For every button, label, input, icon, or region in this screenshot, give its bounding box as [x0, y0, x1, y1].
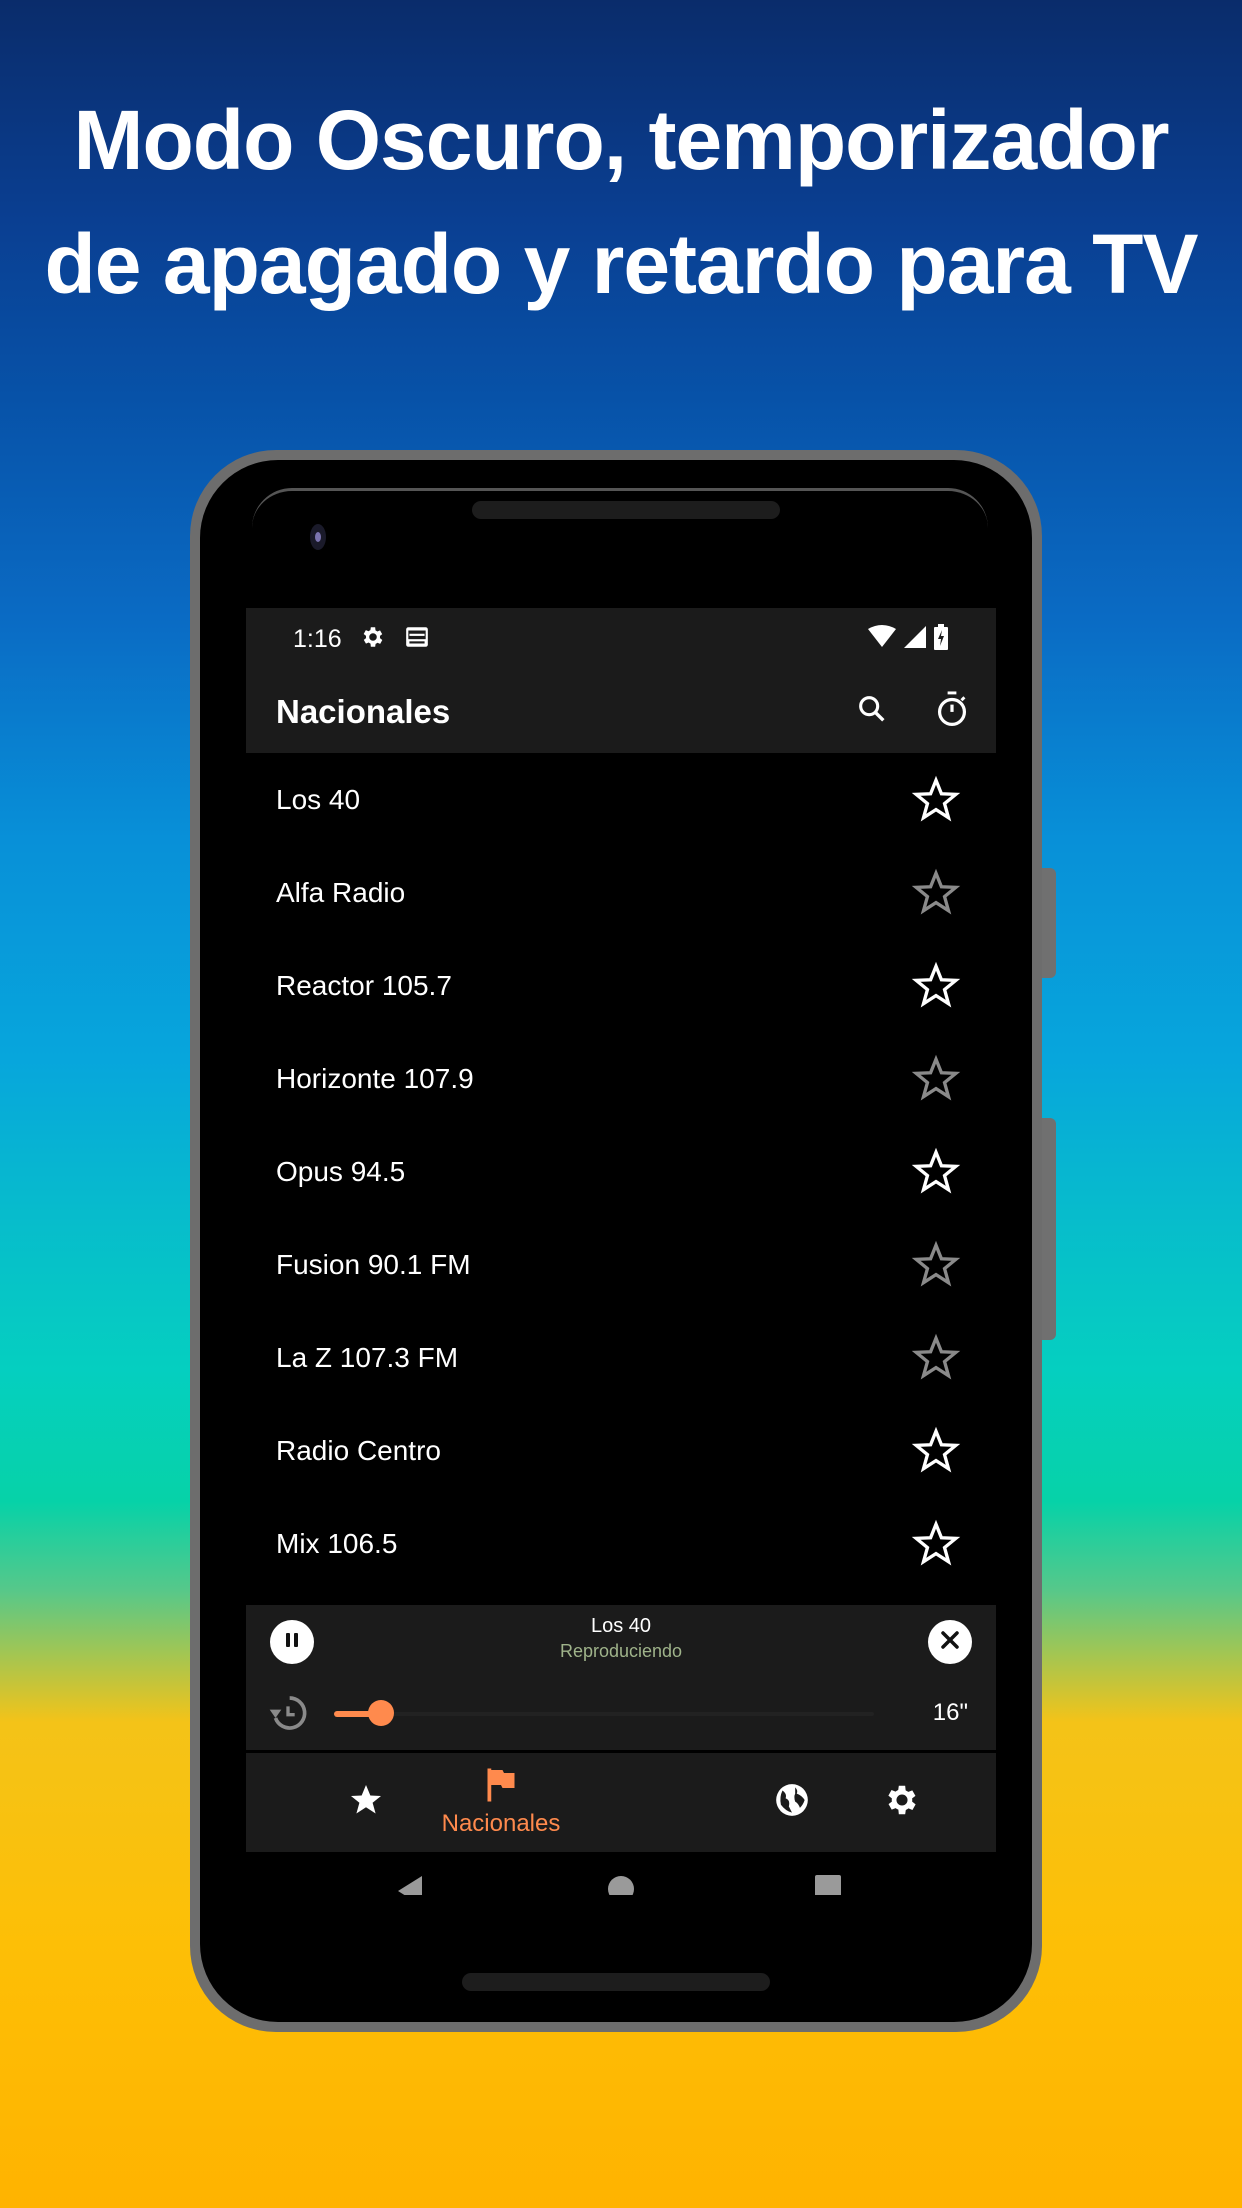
favorite-toggle[interactable] [906, 1235, 966, 1295]
front-camera [310, 524, 326, 550]
status-time: 1:16 [293, 624, 342, 653]
star-outline-icon [911, 961, 961, 1008]
flag-icon [484, 1767, 518, 1808]
star-outline-icon [911, 775, 961, 822]
station-row[interactable]: Mix 106.5 [246, 1497, 996, 1590]
favorite-toggle[interactable] [906, 1049, 966, 1109]
now-playing-status: Reproduciendo [559, 1641, 683, 1661]
favorite-toggle[interactable] [906, 1142, 966, 1202]
delay-value: 16" [932, 1699, 968, 1726]
station-name: Reactor 105.7 [276, 969, 452, 1001]
star-outline-icon [911, 1147, 961, 1194]
headline-line-1: Modo Oscuro, temporizador [73, 93, 1169, 187]
nav-nacionales[interactable]: Nacionales [396, 1753, 606, 1852]
cell-signal-icon [904, 625, 926, 653]
station-row[interactable]: Radio Centro [246, 1404, 996, 1497]
station-name: Opus 94.5 [276, 1155, 406, 1187]
gear-icon [883, 1781, 921, 1824]
home-icon [606, 1876, 636, 1895]
favorite-toggle[interactable] [906, 1328, 966, 1388]
station-name: La Z 107.3 FM [276, 1341, 459, 1373]
favorite-toggle[interactable] [906, 956, 966, 1016]
nav-settings[interactable] [862, 1753, 942, 1852]
favorite-toggle[interactable] [906, 1421, 966, 1481]
timer-icon [934, 690, 970, 733]
volume-button [1042, 1118, 1056, 1340]
system-navigation-bar [246, 1852, 996, 1895]
home-button[interactable] [606, 1874, 636, 1895]
star-outline-icon [911, 1426, 961, 1473]
star-outline-icon [911, 1519, 961, 1566]
radio-app-icon [404, 624, 430, 655]
nav-label-nacionales: Nacionales [441, 1810, 561, 1837]
delay-slider[interactable] [334, 1700, 874, 1726]
mini-player: Los 40 Reproduciendo 16" [246, 1605, 996, 1750]
station-row[interactable]: Los 40 [246, 753, 996, 846]
favorite-toggle[interactable] [906, 1514, 966, 1574]
station-name: Los 40 [276, 783, 361, 815]
earpiece-speaker [472, 501, 780, 519]
station-row[interactable]: Opus 94.5 [246, 1125, 996, 1218]
station-row[interactable]: Fusion 90.1 FM [246, 1218, 996, 1311]
power-button [1042, 868, 1056, 978]
phone-screen: 1:16 Nacionales Los 40 Alfa Radio Reacto… [246, 575, 996, 1895]
promo-headline: Modo Oscuro, temporizador de apagado y r… [0, 78, 1242, 326]
battery-charging-icon [934, 623, 948, 655]
delay-history-icon [268, 1693, 308, 1738]
nav-favorites[interactable] [326, 1753, 406, 1852]
star-outline-icon [911, 1333, 961, 1380]
station-row[interactable]: Alfa Radio [246, 846, 996, 939]
favorite-toggle[interactable] [906, 863, 966, 923]
headline-line-2: de apagado y retardo para TV [44, 217, 1198, 311]
station-name: Radio Centro [276, 1434, 441, 1466]
station-list: Los 40 Alfa Radio Reactor 105.7 Horizonte 1… [246, 753, 996, 1590]
station-row[interactable]: La Z 107.3 FM [246, 1311, 996, 1404]
recents-icon [814, 1875, 842, 1895]
bottom-speaker [462, 1973, 770, 1991]
globe-icon [773, 1781, 811, 1824]
recents-button[interactable] [814, 1874, 842, 1895]
page-title: Nacionales [276, 692, 451, 730]
search-button[interactable] [842, 682, 902, 742]
app-bar: Nacionales [246, 670, 996, 753]
station-row[interactable]: Reactor 105.7 [246, 939, 996, 1032]
close-player-button[interactable] [928, 1620, 972, 1664]
station-name: Alfa Radio [276, 876, 406, 908]
status-bar: 1:16 [246, 608, 996, 670]
bottom-navigation: Nacionales [246, 1753, 996, 1852]
app-bar-actions [842, 682, 996, 742]
star-outline-icon [911, 1054, 961, 1101]
sleep-timer-button[interactable] [922, 682, 982, 742]
status-right-icons [868, 623, 948, 655]
nav-international[interactable] [752, 1753, 832, 1852]
star-icon [348, 1782, 384, 1823]
search-icon [855, 692, 889, 731]
slider-thumb[interactable] [368, 1700, 394, 1726]
favorite-toggle[interactable] [906, 770, 966, 830]
star-outline-icon [911, 868, 961, 915]
station-name: Mix 106.5 [276, 1527, 398, 1559]
gear-icon [360, 624, 386, 655]
close-icon [939, 1629, 961, 1656]
station-name: Fusion 90.1 FM [276, 1248, 471, 1280]
star-outline-icon [911, 1240, 961, 1287]
back-button[interactable] [396, 1874, 424, 1895]
slider-track [334, 1712, 874, 1716]
now-playing-station: Los 40 [590, 1615, 652, 1637]
station-name: Horizonte 107.9 [276, 1062, 474, 1094]
station-row[interactable]: Horizonte 107.9 [246, 1032, 996, 1125]
wifi-icon [868, 624, 896, 654]
